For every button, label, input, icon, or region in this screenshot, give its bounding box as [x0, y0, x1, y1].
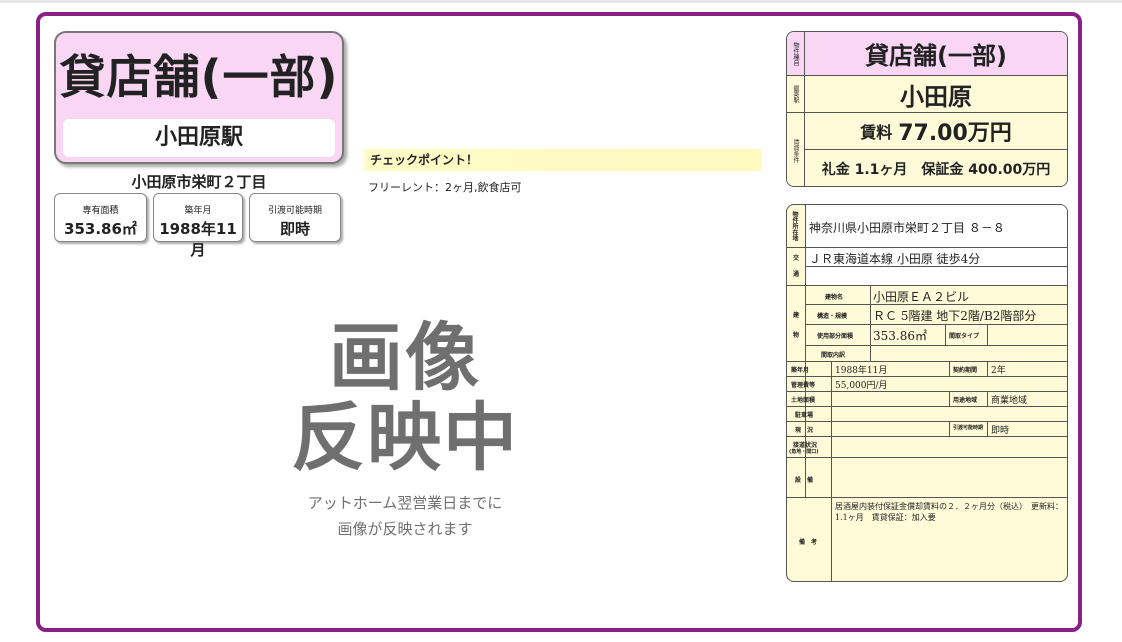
parking-label: 駐車場: [795, 412, 814, 419]
building-name-label: 建物名: [825, 294, 844, 301]
placeholder-heading-2: 反映中: [291, 395, 519, 481]
summary-station: 小田原: [900, 82, 972, 111]
summary-station-row: 最寄駅 小田原: [787, 76, 1067, 113]
mgmt-label: 管理費等: [791, 382, 816, 389]
handover-label: 引渡可能時期: [953, 425, 984, 431]
summary-terms-row: 賃貸条件 賃料 77.00万円 礼金 1.1ヶ月 保証金 400.00万円: [787, 113, 1067, 186]
status-label: 現 況: [795, 427, 814, 434]
summary-table: 物件種目 貸店舗(一部) 最寄駅 小田原 賃貸条件 賃料 77.00万円 礼金 …: [786, 31, 1068, 187]
area-value: 353.86㎡: [873, 329, 927, 343]
short-address: 小田原市栄町２丁目: [131, 173, 267, 191]
building-name: 小田原ＥＡ２ビル: [873, 290, 970, 304]
stat-handover-label: 引渡可能時期: [267, 206, 322, 216]
structure-value: ＲＣ 5階建 地下2階/B2階部分: [873, 309, 1037, 323]
stat-area: 専有面積 353.86㎡: [54, 193, 147, 242]
transport-label-1: 交: [793, 255, 800, 262]
zoning-value: 商業地域: [991, 396, 1028, 406]
structure-label: 構造・規模: [817, 313, 848, 320]
image-placeholder: 画像 反映中 アットホーム翌営業日までに 画像が反映されます: [280, 318, 530, 542]
placeholder-heading-1: 画像: [329, 315, 481, 401]
transport-value: ＪＲ東海道本線 小田原 徒歩4分: [809, 252, 981, 266]
building-label-1: 建: [793, 312, 800, 319]
summary-type-row: 物件種目 貸店舗(一部): [787, 32, 1067, 76]
zoning-label: 用途地域: [953, 397, 978, 404]
facility-label: 設 備: [795, 477, 814, 484]
detail-table: 物件所在地 神奈川県小田原市栄町２丁目 ８－８ 交 通 ＪＲ東海道本線 小田原 …: [786, 204, 1068, 582]
layout-detail-label: 間取内訳: [821, 352, 846, 359]
building-label-2: 物: [793, 332, 800, 339]
stat-handover: 引渡可能時期 即時: [249, 193, 341, 242]
mgmt-value: 55,000円/月: [835, 381, 888, 391]
land-label: 土地面積: [791, 397, 816, 404]
summary-station-label: 最寄駅: [787, 76, 805, 112]
summary-type-label: 物件種目: [787, 32, 805, 75]
summary-rent: 賃料 77.00万円: [805, 113, 1067, 150]
stat-area-label: 専有面積: [82, 206, 119, 216]
checkpoint-text: フリーレント：2ヶ月,飲食店可: [368, 181, 522, 194]
location-label: 物件所在地: [791, 211, 798, 241]
area-label: 使用部分面積: [817, 333, 854, 340]
rent-prefix: 賃料: [860, 123, 893, 142]
placeholder-note-1: アットホーム翌営業日までに: [307, 494, 503, 512]
road-sub-label: (角地・間口): [789, 449, 819, 455]
contract-label: 契約期間: [953, 367, 978, 374]
stat-area-value: 353.86㎡: [64, 220, 137, 238]
handover-value: 即時: [991, 426, 1010, 436]
placeholder-note-2: 画像が反映されます: [337, 520, 473, 538]
contract-value: 2年: [991, 366, 1006, 376]
summary-deposit: 礼金 1.1ヶ月 保証金 400.00万円: [821, 162, 1051, 178]
property-type-card: 貸店舗(一部) 小田原駅: [54, 31, 344, 164]
layout-type-label: 間取タイプ: [949, 333, 980, 340]
stat-built-value: 1988年11月: [159, 220, 237, 259]
summary-type: 貸店舗(一部): [865, 42, 1007, 70]
summary-terms-label: 賃貸条件: [787, 113, 805, 186]
stat-built-label: 築年月: [184, 206, 212, 216]
property-type-title: 貸店舗(一部): [59, 50, 339, 104]
nearest-station: 小田原駅: [63, 119, 335, 157]
built-label: 築年月: [791, 367, 810, 374]
stat-built: 築年月 1988年11月: [153, 193, 243, 259]
rent-value: 77.00万円: [898, 121, 1012, 146]
remarks-label: 備 考: [799, 539, 818, 546]
stat-handover-value: 即時: [279, 220, 310, 238]
remarks-value: 居酒屋内装付保証金償却賃料の２．２ヶ月分（税込） 更新料：1.1ヶ月 賃貸保証：…: [835, 502, 1063, 522]
built-value: 1988年11月: [835, 366, 888, 376]
checkpoint-title: チェックポイント！: [364, 149, 762, 171]
transport-label-2: 通: [793, 271, 800, 278]
location-value: 神奈川県小田原市栄町２丁目 ８－８: [809, 221, 1005, 235]
top-divider: [0, 0, 1122, 3]
